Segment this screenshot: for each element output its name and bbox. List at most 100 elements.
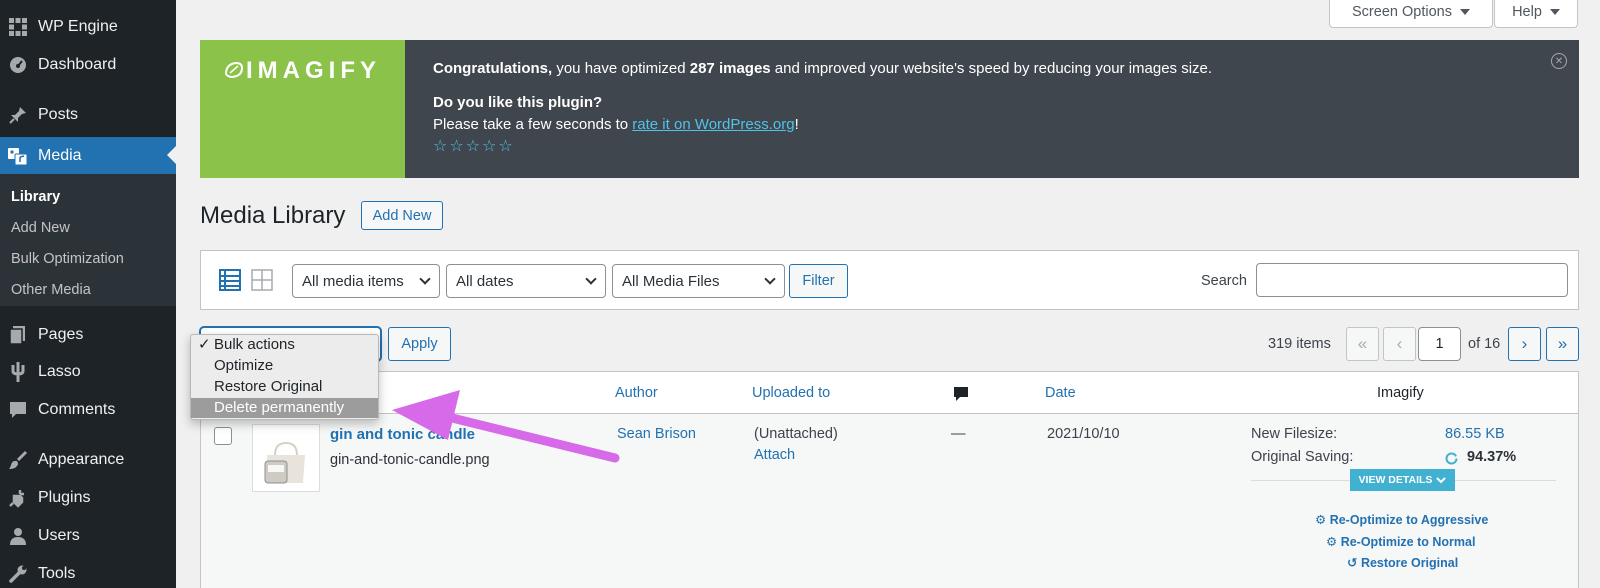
banner-message: Congratulations, you have optimized 287 …: [433, 58, 1212, 158]
submenu-item-other-media[interactable]: Other Media: [11, 282, 91, 298]
bulk-option-restore-original[interactable]: Restore Original: [191, 377, 378, 397]
sidebar-item-posts[interactable]: Posts: [0, 97, 176, 133]
list-view-icon[interactable]: [219, 269, 241, 291]
wpengine-icon: [6, 15, 30, 39]
submenu-item-add-new[interactable]: Add New: [11, 220, 70, 236]
help-button[interactable]: Help: [1494, 0, 1578, 28]
option-label: Optimize: [214, 357, 274, 374]
sidebar-item-label: Appearance: [38, 451, 125, 468]
attach-link[interactable]: Attach: [754, 447, 795, 463]
media-files-select[interactable]: All Media Files: [612, 264, 785, 298]
sidebar-item-label: Comments: [38, 401, 116, 418]
admin-sidebar: WP Engine Dashboard Posts Media Library …: [0, 0, 176, 588]
sidebar-item-label: Users: [38, 527, 80, 544]
new-filesize-value: 86.55 KB: [1445, 426, 1505, 442]
sidebar-item-pages[interactable]: Pages: [0, 317, 176, 353]
congrats-text-b: and improved your website's speed by red…: [770, 60, 1213, 77]
sidebar-item-label: Plugins: [38, 489, 91, 506]
bulk-option-delete-permanently[interactable]: Delete permanently: [191, 398, 378, 418]
sidebar-item-label: Lasso: [38, 363, 81, 380]
date-value: All dates: [456, 272, 514, 290]
filter-button[interactable]: Filter: [789, 264, 848, 298]
sidebar-item-tools[interactable]: Tools: [0, 556, 176, 588]
current-page-input[interactable]: 1: [1418, 327, 1461, 361]
sidebar-item-lasso[interactable]: Lasso: [0, 354, 176, 390]
comments-icon: [6, 398, 30, 422]
author-link[interactable]: Sean Brison: [617, 426, 696, 442]
option-label: Restore Original: [214, 378, 323, 395]
undo-icon: ↺: [1347, 556, 1361, 570]
apply-button[interactable]: Apply: [388, 327, 451, 361]
restore-original-link[interactable]: ↺ Restore Original: [1347, 555, 1458, 570]
comment-bubble-icon[interactable]: [953, 386, 969, 402]
column-uploaded-to[interactable]: Uploaded to: [752, 385, 830, 401]
chevron-down-icon: [419, 273, 431, 285]
congrats-line: Congratulations, you have optimized 287 …: [433, 58, 1212, 80]
sidebar-item-users[interactable]: Users: [0, 518, 176, 554]
page-title: Media Library: [200, 202, 346, 229]
media-icon: [6, 144, 30, 168]
sidebar-item-comments[interactable]: Comments: [0, 392, 176, 428]
bulk-option-optimize[interactable]: Optimize: [191, 356, 378, 376]
date-value: 2021/10/10: [1047, 426, 1120, 442]
sidebar-item-plugins[interactable]: Plugins: [0, 480, 176, 516]
optimized-count: 287 images: [689, 60, 771, 77]
last-page-button[interactable]: »: [1546, 327, 1579, 361]
column-date[interactable]: Date: [1045, 385, 1076, 401]
next-page-button[interactable]: ›: [1508, 327, 1541, 361]
media-thumbnail[interactable]: [252, 424, 320, 492]
media-type-select[interactable]: All media items: [292, 264, 440, 298]
sidebar-item-label: Tools: [38, 565, 76, 582]
plugin-icon: [6, 486, 30, 510]
sidebar-item-appearance[interactable]: Appearance: [0, 442, 176, 478]
search-label: Search: [1201, 273, 1247, 289]
submenu-item-bulk-optimization[interactable]: Bulk Optimization: [11, 251, 124, 267]
caret-down-icon: [1459, 8, 1470, 15]
reoptimize-aggressive-link[interactable]: ⚙ Re-Optimize to Aggressive: [1315, 512, 1488, 527]
sidebar-item-label: Pages: [38, 326, 84, 343]
sidebar-item-wp-engine[interactable]: WP Engine: [0, 9, 176, 45]
sidebar-item-media[interactable]: Media: [0, 137, 176, 175]
media-submenu: Library Add New Bulk Optimization Other …: [0, 174, 176, 306]
rate-suffix: !: [794, 116, 799, 133]
submenu-item-library[interactable]: Library: [11, 189, 60, 205]
imagify-leaf-icon: [224, 61, 244, 79]
add-new-button[interactable]: Add New: [361, 201, 443, 230]
first-page-button[interactable]: «: [1346, 327, 1379, 361]
items-count: 319 items: [1268, 336, 1331, 352]
imagify-logo-text: IMAGIFY: [246, 57, 381, 84]
reoptimize-aggressive-label: Re-Optimize to Aggressive: [1329, 513, 1489, 527]
saving-progress-icon: [1445, 452, 1458, 465]
chevron-down-icon: [764, 273, 776, 285]
total-pages: of 16: [1468, 336, 1501, 352]
restore-original-label: Restore Original: [1360, 556, 1459, 570]
sidebar-item-label: Posts: [38, 106, 79, 123]
view-details-button[interactable]: VIEW DETAILS: [1350, 469, 1455, 491]
bulk-option-bulk-actions[interactable]: ✓ Bulk actions: [191, 335, 378, 355]
bulk-actions-dropdown: ✓ Bulk actions Optimize Restore Original …: [190, 334, 379, 420]
row-checkbox[interactable]: [214, 427, 232, 445]
sidebar-item-dashboard[interactable]: Dashboard: [0, 47, 176, 83]
search-input[interactable]: [1256, 263, 1568, 297]
checkmark-icon: ✓: [198, 336, 211, 353]
view-details-label: VIEW DETAILS: [1358, 474, 1433, 486]
sidebar-item-label: Media: [38, 147, 82, 164]
rating-stars[interactable]: ☆☆☆☆☆: [433, 136, 1212, 158]
screen-options-button[interactable]: Screen Options: [1329, 0, 1493, 28]
gear-icon: ⚙: [1326, 535, 1341, 549]
pin-icon: [6, 103, 30, 127]
date-select[interactable]: All dates: [446, 264, 606, 298]
uploaded-to-value: (Unattached): [754, 426, 838, 442]
rate-link[interactable]: rate it on WordPress.org: [632, 116, 794, 133]
media-filter-bar: All media items All dates All Media File…: [200, 250, 1579, 310]
chevron-down-icon: [1436, 476, 1447, 483]
rate-line: Please take a few seconds to rate it on …: [433, 114, 1212, 136]
prev-page-button[interactable]: ‹: [1383, 327, 1416, 361]
grid-view-icon[interactable]: [251, 269, 273, 291]
help-label: Help: [1512, 3, 1542, 20]
lasso-icon: [6, 360, 30, 384]
close-icon[interactable]: ✕: [1551, 53, 1567, 69]
gear-icon: ⚙: [1315, 513, 1330, 527]
reoptimize-normal-link[interactable]: ⚙ Re-Optimize to Normal: [1326, 534, 1475, 549]
column-author[interactable]: Author: [615, 385, 658, 401]
